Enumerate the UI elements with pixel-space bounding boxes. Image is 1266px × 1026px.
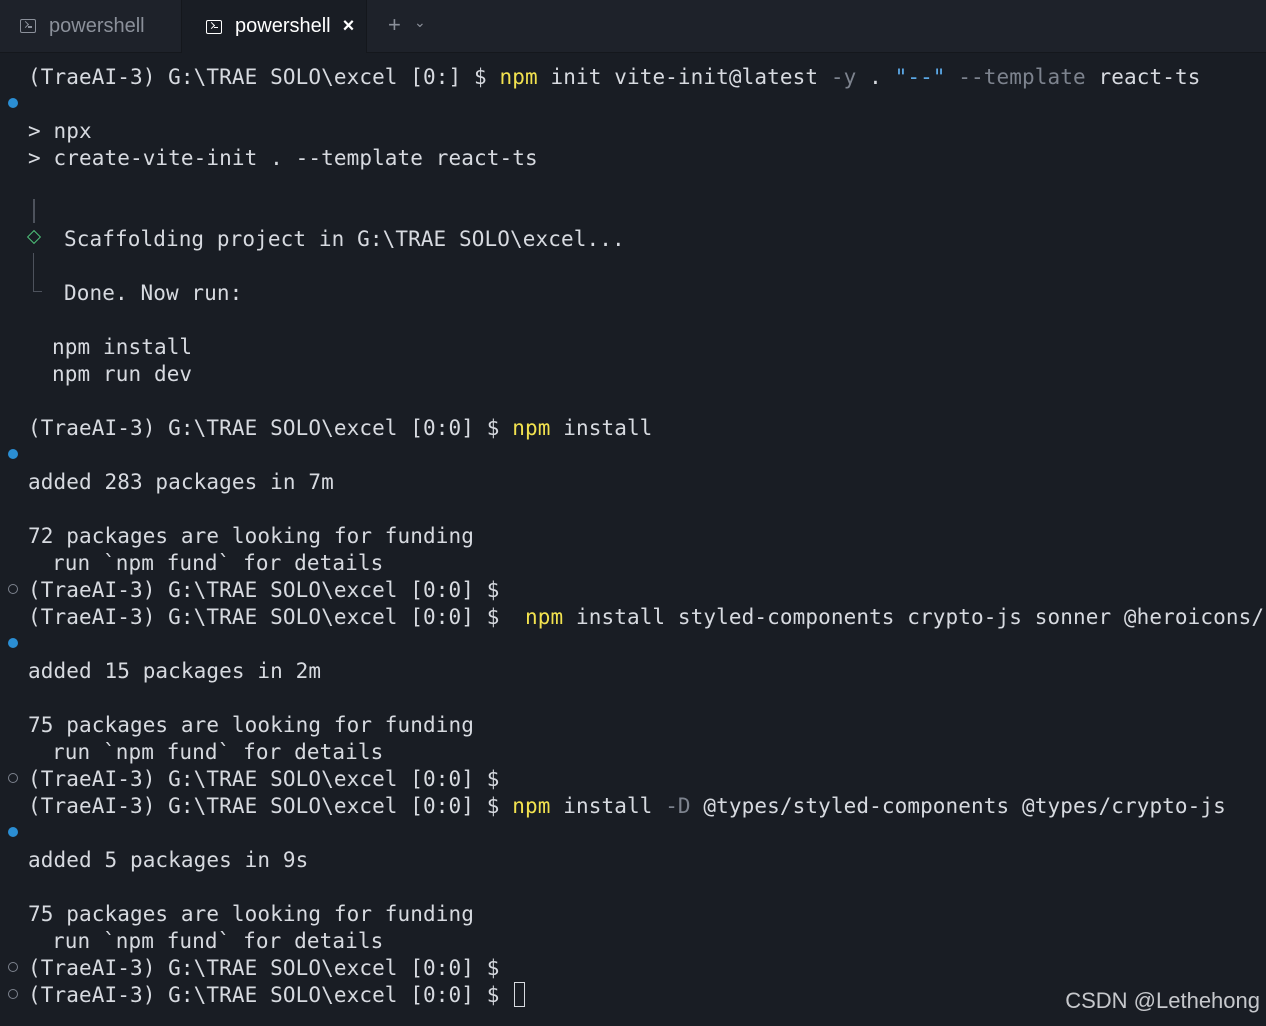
success-dot-icon[interactable] bbox=[8, 98, 18, 108]
output-line: added 15 packages in 2m bbox=[28, 659, 322, 683]
output-line: 72 packages are looking for funding bbox=[28, 524, 475, 548]
command-args: @types/styled-components @types/crypto-j… bbox=[690, 794, 1226, 818]
command-args: install bbox=[550, 794, 666, 818]
output-line: added 283 packages in 7m bbox=[28, 470, 334, 494]
command-name: npm bbox=[512, 794, 551, 818]
command-flag: -D bbox=[665, 794, 691, 818]
output-line: Scaffolding project in G:\TRAE SOLO\exce… bbox=[64, 227, 625, 251]
output-line: run `npm fund` for details bbox=[52, 551, 384, 575]
output-line: 75 packages are looking for funding bbox=[28, 713, 475, 737]
empty-dot-icon[interactable] bbox=[8, 989, 18, 999]
terminal-icon bbox=[20, 19, 36, 33]
output-line: > create-vite-init . --template react-ts bbox=[28, 146, 538, 170]
tree-corner bbox=[33, 253, 42, 292]
command-line: (TraeAI-3) G:\TRAE SOLO\excel [0:] $ npm… bbox=[28, 64, 1200, 90]
command-string: "--" bbox=[894, 65, 946, 89]
success-dot-icon[interactable] bbox=[8, 449, 18, 459]
empty-dot-icon[interactable] bbox=[8, 773, 18, 783]
command-name: npm bbox=[512, 416, 551, 440]
prompt-line: (TraeAI-3) G:\TRAE SOLO\excel [0:0] $ bbox=[28, 956, 500, 980]
output-line: run `npm fund` for details bbox=[52, 740, 384, 764]
command-args: init vite-init@latest bbox=[537, 65, 831, 89]
command-flag: --template bbox=[945, 65, 1086, 89]
tab-bar: powershell powershell × + ⌄ bbox=[0, 0, 1266, 53]
output-line: run `npm fund` for details bbox=[52, 929, 384, 953]
tab-powershell-2-active[interactable]: powershell × bbox=[181, 0, 367, 53]
command-line: (TraeAI-3) G:\TRAE SOLO\excel [0:0] $ np… bbox=[28, 604, 1266, 630]
command-name: npm bbox=[499, 65, 538, 89]
success-dot-icon[interactable] bbox=[8, 827, 18, 837]
tab-powershell-1[interactable]: powershell bbox=[0, 0, 180, 52]
prompt: (TraeAI-3) G:\TRAE SOLO\excel [0:0] $ bbox=[28, 605, 500, 629]
terminal-icon bbox=[206, 19, 222, 34]
prompt-line: (TraeAI-3) G:\TRAE SOLO\excel [0:0] $ bbox=[28, 767, 500, 791]
success-dot-icon[interactable] bbox=[8, 638, 18, 648]
command-flag: -y bbox=[830, 65, 857, 89]
command-line: (TraeAI-3) G:\TRAE SOLO\excel [0:0] $ np… bbox=[28, 415, 652, 441]
output-line: npm run dev bbox=[52, 362, 193, 386]
prompt: (TraeAI-3) G:\TRAE SOLO\excel [0:0] $ bbox=[28, 416, 500, 440]
diamond-icon bbox=[26, 229, 42, 245]
tab-label: powershell bbox=[235, 15, 331, 37]
output-line: added 5 packages in 9s bbox=[28, 848, 309, 872]
text-cursor bbox=[514, 982, 526, 1007]
prompt: (TraeAI-3) G:\TRAE SOLO\excel [0:0] $ bbox=[28, 983, 500, 1007]
command-args: install styled-components crypto-js sonn… bbox=[563, 605, 1266, 629]
command-args: install bbox=[550, 416, 653, 440]
command-name: npm bbox=[525, 605, 564, 629]
close-icon[interactable]: × bbox=[343, 15, 355, 38]
watermark: CSDN @Lethehong bbox=[1065, 988, 1260, 1013]
prompt: (TraeAI-3) G:\TRAE SOLO\excel [0:] $ bbox=[28, 65, 487, 89]
empty-dot-icon[interactable] bbox=[8, 584, 18, 594]
command-line: (TraeAI-3) G:\TRAE SOLO\excel [0:0] $ np… bbox=[28, 793, 1226, 819]
command-args: react-ts bbox=[1085, 65, 1201, 89]
tab-label: powershell bbox=[49, 14, 145, 37]
output-line: Done. Now run: bbox=[64, 281, 243, 305]
empty-dot-icon[interactable] bbox=[8, 962, 18, 972]
active-prompt-line[interactable]: (TraeAI-3) G:\TRAE SOLO\excel [0:0] $ bbox=[28, 982, 526, 1008]
chevron-down-icon[interactable]: ⌄ bbox=[414, 14, 426, 31]
output-line: npm install bbox=[52, 335, 193, 359]
command-args: . bbox=[856, 65, 895, 89]
tree-line bbox=[33, 199, 35, 223]
prompt-line: (TraeAI-3) G:\TRAE SOLO\excel [0:0] $ bbox=[28, 578, 500, 602]
new-tab-button[interactable]: + bbox=[388, 12, 401, 38]
prompt: (TraeAI-3) G:\TRAE SOLO\excel [0:0] $ bbox=[28, 794, 500, 818]
output-line: 75 packages are looking for funding bbox=[28, 902, 475, 926]
output-line: > npx bbox=[28, 119, 92, 143]
